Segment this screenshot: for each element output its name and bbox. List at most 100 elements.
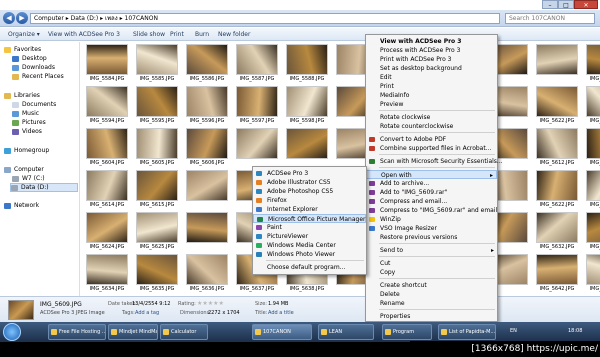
thumbnail-filename[interactable]: IMG_5635.JPG (131, 286, 183, 292)
nav-computer[interactable]: Computer (4, 166, 44, 173)
nav-pictures[interactable]: Pictures (12, 119, 46, 126)
thumbnail-filename[interactable]: IMG_5585.JPG (131, 76, 183, 82)
context-menu-item[interactable]: Rotate clockwise (366, 113, 497, 122)
task-lean[interactable]: LEAN (318, 324, 374, 340)
minimize-button[interactable]: – (542, 0, 558, 9)
context-menu-item[interactable]: MediaInfo (366, 91, 497, 100)
thumbnail-image[interactable] (536, 170, 578, 201)
thumbnail-image[interactable] (536, 86, 578, 117)
thumbnail-image[interactable] (536, 44, 578, 75)
context-menu-item[interactable]: Add to archive... (366, 179, 497, 188)
thumbnail-filename[interactable]: IMG_5634.JPG (81, 286, 133, 292)
thumbnail-filename[interactable]: IMG_5636.JPG (181, 286, 233, 292)
thumbnail-image[interactable] (86, 44, 128, 75)
slide-show-button[interactable]: Slide show (133, 31, 165, 38)
address-bar[interactable]: Computer ▸ Data (D:) ▸ เพลง ▸ 107CANON (30, 13, 500, 24)
thumbnail-filename[interactable]: IMG_5588.JPG (281, 76, 333, 82)
title-value[interactable]: Add a title (268, 310, 294, 316)
thumbnail-filename[interactable]: IMG_5587.JPG (231, 76, 283, 82)
thumbnail-image[interactable] (286, 44, 328, 75)
open-with-item[interactable]: Internet Explorer (253, 205, 366, 214)
thumbnail-image[interactable] (186, 212, 228, 243)
open-with-item[interactable]: ACDSee Pro 3 (253, 169, 366, 178)
context-menu-item[interactable]: Add to "IMG_5609.rar" (366, 188, 497, 197)
nav-network[interactable]: Network (4, 202, 39, 209)
back-arrow-icon[interactable]: ◀ (3, 12, 15, 24)
context-menu-item[interactable]: Process with ACDSee Pro 3 (366, 46, 497, 55)
breadcrumb-data-drive[interactable]: Data (D:) (71, 15, 99, 22)
context-menu-item[interactable]: Create shortcut (366, 281, 497, 290)
task-calculator[interactable]: Calculator (160, 324, 208, 340)
context-menu-item[interactable]: Print with ACDSee Pro 3 (366, 55, 497, 64)
tags-value[interactable]: Add a tag (135, 310, 159, 316)
thumbnail-filename[interactable]: IMG_5632.JPG (531, 244, 583, 250)
task-free-file-hosting[interactable]: Free File Hosting ... (48, 324, 106, 340)
nav-homegroup[interactable]: Homegroup (4, 147, 49, 154)
thumbnail-filename[interactable]: IMG_5604.JPG (81, 160, 133, 166)
nav-drive-c[interactable]: W7 (C:) (12, 175, 45, 182)
thumbnail-filename[interactable]: IMG_5643.JPG (581, 286, 600, 292)
thumbnail-image[interactable] (86, 212, 128, 243)
nav-drive-d[interactable]: Data (D:) (10, 183, 78, 192)
open-with-item[interactable]: Paint (253, 223, 366, 232)
thumbnail-image[interactable] (286, 86, 328, 117)
thumbnail-image[interactable] (136, 86, 178, 117)
thumbnail-filename[interactable]: IMG_5638.JPG (281, 286, 333, 292)
thumbnail-image[interactable] (86, 128, 128, 159)
context-menu-item[interactable]: Print (366, 82, 497, 91)
thumbnail-image[interactable] (236, 128, 278, 159)
thumbnail-image[interactable] (586, 128, 600, 159)
thumbnail-filename[interactable]: IMG_5596.JPG (181, 118, 233, 124)
new-folder-button[interactable]: New folder (218, 31, 250, 38)
thumbnail-filename[interactable]: IMG_5603.JPG (581, 118, 600, 124)
thumbnail-image[interactable] (586, 44, 600, 75)
thumbnail-filename[interactable]: IMG_5584.JPG (81, 76, 133, 82)
context-menu-item[interactable]: Set as desktop background (366, 64, 497, 73)
open-with-item[interactable]: Adobe Illustrator CS5 (253, 178, 366, 187)
context-menu-item[interactable]: Rotate counterclockwise (366, 122, 497, 131)
maximize-button[interactable]: □ (558, 0, 574, 9)
thumbnail-filename[interactable]: IMG_5605.JPG (131, 160, 183, 166)
open-with-item[interactable]: PictureViewer (253, 232, 366, 241)
burn-button[interactable]: Burn (195, 31, 209, 38)
close-button[interactable]: ✕ (574, 0, 598, 9)
print-button[interactable]: Print (170, 31, 184, 38)
thumbnail-image[interactable] (586, 212, 600, 243)
context-menu-item[interactable]: Rename (366, 299, 497, 308)
thumbnail-image[interactable] (236, 86, 278, 117)
thumbnail-image[interactable] (586, 254, 600, 285)
nav-downloads[interactable]: Downloads (12, 64, 55, 71)
nav-libraries[interactable]: Libraries (4, 92, 40, 99)
thumbnail-filename[interactable]: IMG_5597.JPG (231, 118, 283, 124)
context-menu-item[interactable]: Copy (366, 268, 497, 277)
thumbnail-image[interactable] (536, 212, 578, 243)
context-menu-item[interactable]: WinZip (366, 215, 497, 224)
clock[interactable]: 18:08 (568, 328, 582, 334)
breadcrumb-music[interactable]: เพลง (105, 15, 118, 22)
open-with-item[interactable]: Windows Media Center (253, 241, 366, 250)
thumbnail-image[interactable] (236, 44, 278, 75)
thumbnail-image[interactable] (186, 44, 228, 75)
rating-stars[interactable]: ★★★★★ (197, 300, 224, 307)
context-menu-item[interactable]: Properties (366, 312, 497, 321)
context-menu-item[interactable]: Edit (366, 73, 497, 82)
thumbnail-image[interactable] (86, 254, 128, 285)
thumbnail-filename[interactable]: IMG_5625.JPG (131, 244, 183, 250)
context-menu-item[interactable]: Restore previous versions (366, 233, 497, 242)
task-papidta[interactable]: List of Papidta-M... (438, 324, 496, 340)
context-menu-item[interactable]: Convert to Adobe PDF (366, 135, 497, 144)
thumbnail-filename[interactable]: IMG_5593.JPG (581, 76, 600, 82)
thumbnail-filename[interactable]: IMG_5637.JPG (231, 286, 283, 292)
open-with-item[interactable]: Firefox (253, 196, 366, 205)
task-mindjet[interactable]: Mindjet MindMa... (108, 324, 158, 340)
breadcrumb-computer[interactable]: Computer (34, 15, 64, 22)
thumbnail-image[interactable] (136, 44, 178, 75)
thumbnail-image[interactable] (186, 170, 228, 201)
thumbnail-image[interactable] (136, 128, 178, 159)
thumbnail-filename[interactable]: IMG_5586.JPG (181, 76, 233, 82)
thumbnail-image[interactable] (536, 254, 578, 285)
open-with-item[interactable]: Windows Photo Viewer (253, 250, 366, 259)
nav-music[interactable]: Music (12, 110, 39, 117)
thumbnail-filename[interactable]: IMG_5615.JPG (131, 202, 183, 208)
thumbnail-filename[interactable]: IMG_5622.JPG (531, 202, 583, 208)
